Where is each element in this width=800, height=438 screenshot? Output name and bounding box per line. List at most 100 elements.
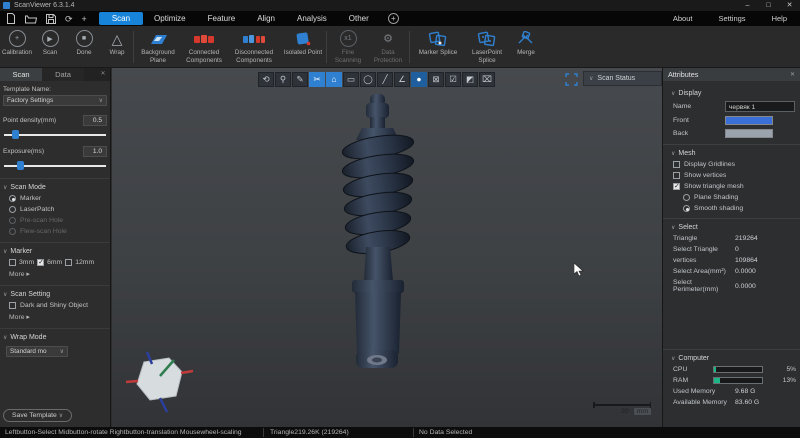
panel-close-icon[interactable]: ✕ [790, 71, 795, 78]
line-select-icon[interactable]: ╱ [377, 72, 393, 87]
reset-view-icon[interactable]: ⟲ [258, 72, 274, 87]
menu-help[interactable]: Help [759, 14, 800, 23]
laserpoint-splice-button[interactable]: LaserPoint Splice [465, 26, 509, 67]
connected-components-button[interactable]: Connected Components [181, 26, 227, 67]
name-input[interactable]: червяк 1 [725, 101, 795, 112]
scan-mode-title[interactable]: ∨ Scan Mode [3, 184, 107, 191]
scan-status-header[interactable]: ∨ Scan Status [583, 71, 662, 86]
checkbox-dark-shiny[interactable]: Dark and Shiny Object [9, 302, 107, 309]
slider-handle[interactable] [17, 161, 24, 170]
brush-select-icon[interactable]: ✎ [292, 72, 308, 87]
menu-settings[interactable]: Settings [705, 14, 758, 23]
exposure-slider[interactable] [4, 160, 106, 171]
background-plane-button[interactable]: Background Plane [135, 26, 181, 67]
maximize-icon[interactable]: □ [758, 0, 779, 11]
scan-setting-section: ∨ Scan Setting Dark and Shiny Object Mor… [0, 285, 110, 321]
tab-align[interactable]: Align [246, 12, 286, 25]
axis-gizmo[interactable] [124, 348, 194, 414]
slider-handle[interactable] [12, 130, 19, 139]
tab-feature[interactable]: Feature [197, 12, 247, 25]
viewport-3d[interactable]: ⟲ ⚲ ✎ ✂ ⌂ ▭ ◯ ╱ ∠ ● ⊠ ☑ ◩ ⌧ ∨ Scan Statu… [112, 68, 662, 427]
wrap-mode-title[interactable]: ∨ Wrap Mode [3, 334, 107, 341]
point-density-value[interactable]: 0.5 [83, 115, 107, 126]
zoom-icon[interactable]: ⚲ [275, 72, 291, 87]
mesh-title[interactable]: ∨ Mesh [671, 150, 800, 157]
point-select-icon[interactable]: ● [411, 72, 427, 87]
checkbox-show-vertices[interactable]: Show vertices [673, 172, 796, 179]
scan-settings-panel: Scan Data ✕ Template Name: Factory Setti… [0, 68, 111, 427]
save-template-button[interactable]: Save Template ∨ [3, 409, 72, 422]
add-icon[interactable]: + [82, 14, 87, 24]
select-all-icon[interactable]: ☑ [445, 72, 461, 87]
invert-selection-icon[interactable]: ◩ [462, 72, 478, 87]
isolated-point-button[interactable]: Isolated Point [281, 26, 325, 67]
checkbox-3mm[interactable] [9, 259, 16, 266]
radio-prescan-hole: Pre-scan Hole [9, 217, 107, 224]
marker-title[interactable]: ∨ Marker [3, 248, 107, 255]
scan-setting-more-link[interactable]: More ▸ [9, 313, 107, 321]
expand-view-icon[interactable] [565, 73, 578, 91]
polygon-select-icon[interactable]: ⌂ [326, 72, 342, 87]
ribbon-toolbar: + Calibration ▶ Scan ■ Done △ Wrap Backg… [0, 26, 800, 68]
minimize-icon[interactable]: – [737, 0, 758, 11]
wrap-button[interactable]: △ Wrap [102, 26, 132, 67]
checkbox-display-gridlines[interactable]: Display Gridlines [673, 161, 796, 168]
tab-analysis[interactable]: Analysis [286, 12, 338, 25]
stat-row: Triangle219264 [673, 235, 796, 242]
wrap-mode-dropdown[interactable]: Standard mo ∨ [6, 346, 68, 357]
panel-tab-scan[interactable]: Scan [0, 68, 42, 81]
mouse-hint-text: Leftbutton-Select Midbutton-rotate Right… [5, 429, 242, 436]
open-folder-icon[interactable] [25, 14, 37, 24]
checkbox-6mm[interactable]: ✓ [37, 259, 44, 266]
save-icon[interactable] [46, 14, 56, 24]
radio-smooth-shading[interactable]: Smooth shading [683, 205, 796, 212]
scanned-object-mesh[interactable] [330, 92, 426, 376]
used-memory-value: 9.68 G [735, 388, 755, 395]
display-title[interactable]: ∨ Display [671, 90, 800, 97]
checkbox-12mm[interactable] [65, 259, 72, 266]
merge-button[interactable]: Merge [509, 26, 543, 67]
front-color-swatch[interactable] [725, 116, 773, 125]
more-arrow-icon: ▸ [26, 314, 29, 321]
add-tab-icon[interactable]: + [388, 13, 399, 24]
radio-marker[interactable]: Marker [9, 195, 107, 202]
close-icon[interactable]: ✕ [779, 0, 800, 11]
radio-plane-shading[interactable]: Plane Shading [683, 194, 796, 201]
scale-unit: mm [634, 408, 651, 415]
panel-close-icon[interactable]: ✕ [96, 68, 110, 81]
checkbox-show-triangle-mesh[interactable]: ✓Show triangle mesh [673, 183, 796, 190]
data-protection-icon: ⚙ [383, 30, 393, 47]
delete-icon[interactable]: ⌧ [479, 72, 495, 87]
menu-about[interactable]: About [660, 14, 706, 23]
calibration-button[interactable]: + Calibration [0, 26, 34, 67]
panel-tab-data[interactable]: Data [42, 68, 84, 81]
done-button[interactable]: ■ Done [66, 26, 102, 67]
radio-laserpatch[interactable]: LaserPatch [9, 206, 107, 213]
marker-splice-button[interactable]: Marker Splice [411, 26, 465, 67]
sync-icon[interactable]: ⟳ [65, 14, 73, 24]
data-protection-button[interactable]: ⚙ Data Protection [368, 26, 408, 67]
lasso-select-icon[interactable]: ◯ [360, 72, 376, 87]
fine-scanning-button[interactable]: x1 Fine Scanning [328, 26, 368, 67]
deselect-icon[interactable]: ✂ [309, 72, 325, 87]
viewport-toolbar: ⟲ ⚲ ✎ ✂ ⌂ ▭ ◯ ╱ ∠ ● ⊠ ☑ ◩ ⌧ [258, 72, 495, 87]
select-title[interactable]: ∨ Select [671, 224, 800, 231]
rectangle-select-icon[interactable]: ▭ [343, 72, 359, 87]
back-color-swatch[interactable] [725, 129, 773, 138]
scan-button[interactable]: ▶ Scan [34, 26, 66, 67]
exposure-value[interactable]: 1.0 [83, 146, 107, 157]
collapse-icon: ∨ [3, 334, 7, 341]
computer-title[interactable]: ∨ Computer [671, 355, 800, 362]
scan-setting-title[interactable]: ∨ Scan Setting [3, 291, 107, 298]
tab-optimize[interactable]: Optimize [143, 12, 197, 25]
marker-delete-icon[interactable]: ⊠ [428, 72, 444, 87]
polyline-select-icon[interactable]: ∠ [394, 72, 410, 87]
connected-components-icon [193, 30, 215, 47]
point-density-slider[interactable] [4, 129, 106, 140]
template-name-dropdown[interactable]: Factory Settings ∨ [3, 95, 107, 106]
marker-more-link[interactable]: More ▸ [9, 270, 107, 278]
tab-scan[interactable]: Scan [99, 12, 143, 25]
tab-other[interactable]: Other [338, 12, 380, 25]
new-file-icon[interactable] [6, 13, 16, 24]
disconnected-components-button[interactable]: Disconnected Components [227, 26, 281, 67]
